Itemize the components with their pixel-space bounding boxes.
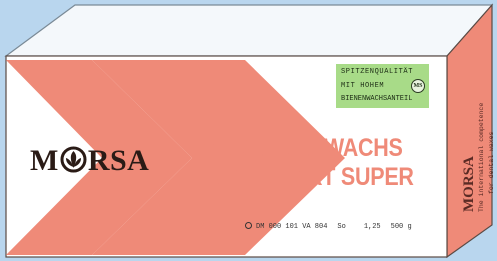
article-unit: So — [337, 223, 346, 231]
ring-icon — [245, 222, 252, 229]
brand-part-left: M — [30, 144, 59, 177]
quality-badge: SPITZENQUALITÄT MIT HOHEM MS BIENENWACHS… — [336, 64, 429, 108]
product-title: MODELLIERWACHS EXTRA HART SUPER — [200, 134, 449, 192]
morsa-logo-icon — [60, 146, 87, 173]
side-brand: MORSA — [461, 156, 477, 212]
title-line-1: MODELLIERWACHS — [200, 134, 403, 162]
side-panel-text: MORSA The international competence for d… — [461, 102, 497, 212]
brand-part-right: RSA — [87, 144, 150, 177]
box-top — [4, 4, 494, 57]
badge-line-3: BIENENWACHSANTEIL — [341, 95, 413, 103]
article-weight: 1,25 — [363, 223, 381, 231]
article-grams: 500 g — [390, 223, 412, 231]
badge-line-1: SPITZENQUALITÄT — [341, 68, 414, 76]
side-tagline-2: for dental waxes — [488, 131, 495, 194]
badge-line-2: MIT HOHEM — [341, 82, 385, 90]
title-line-2: EXTRA HART SUPER — [200, 163, 414, 191]
side-tagline-1: The international competence — [478, 102, 485, 212]
article-code: DM 000 101 VA 804 — [256, 223, 328, 231]
quality-seal-icon: MS — [411, 79, 425, 93]
article-number: DM 000 101 VA 804 So 1,25 500 g — [245, 222, 412, 231]
brand-logo: M RSA — [30, 146, 149, 176]
